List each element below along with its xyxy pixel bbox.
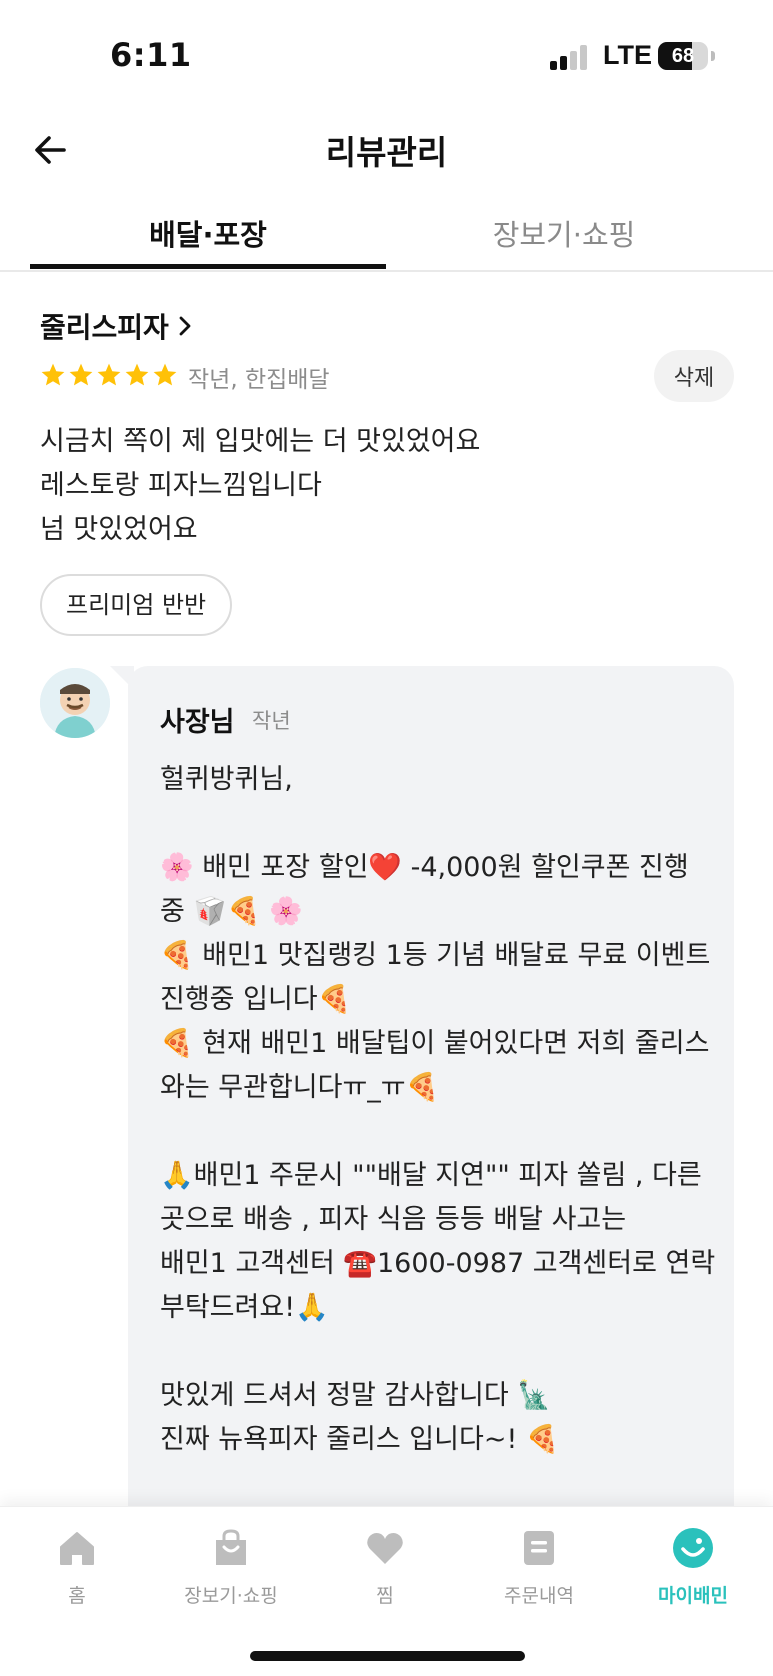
smile-face-icon: [673, 1528, 713, 1568]
nav-my-baemin-label: 마이배민: [658, 1585, 728, 1607]
star-rating: [40, 362, 178, 388]
nav-shopping-label: 장보기·쇼핑: [184, 1585, 278, 1607]
tab-bar: 배달·포장 장보기·쇼핑: [0, 200, 773, 272]
store-name-link[interactable]: 줄리스피자: [40, 306, 193, 346]
nav-favorites-label: 찜: [376, 1585, 394, 1607]
network-type: LTE: [603, 40, 652, 70]
star-icon: [125, 363, 149, 386]
home-icon: [60, 1532, 94, 1565]
status-bar: 6:11 LTE 68: [0, 0, 773, 110]
review-line: 시금치 쪽이 제 입맛에는 더 맛있었어요: [40, 426, 481, 457]
owner-name: 사장님: [160, 707, 235, 738]
nav-home[interactable]: 홈: [0, 1527, 154, 1608]
nav-favorites[interactable]: 찜: [308, 1527, 462, 1608]
star-icon: [41, 363, 65, 386]
receipt-icon: [524, 1531, 554, 1565]
active-tab-indicator: [30, 264, 386, 269]
heart-icon: [367, 1533, 403, 1564]
signal-icon: [550, 44, 590, 70]
star-icon: [97, 363, 121, 386]
review-line: 레스토랑 피자느낌입니다: [40, 470, 322, 501]
home-indicator: [250, 1651, 525, 1661]
owner-avatar: [40, 668, 110, 738]
star-icon: [153, 363, 177, 386]
nav-my-baemin[interactable]: 마이배민: [616, 1527, 770, 1608]
star-icon: [69, 363, 93, 386]
nav-orders-label: 주문내역: [504, 1585, 574, 1607]
page-title: 리뷰관리: [325, 133, 448, 172]
status-time: 6:11: [110, 36, 192, 74]
shopping-bag-icon: [216, 1529, 246, 1565]
tab-delivery[interactable]: 배달·포장: [30, 212, 386, 254]
owner-reply-time: 작년: [252, 709, 291, 733]
chevron-right-icon: [179, 316, 191, 336]
header: 리뷰관리: [0, 110, 773, 190]
nav-shopping[interactable]: 장보기·쇼핑: [154, 1527, 308, 1608]
store-name: 줄리스피자: [40, 311, 169, 344]
chef-avatar-icon: [40, 668, 110, 738]
nav-home-label: 홈: [68, 1585, 86, 1607]
review-text: 시금치 쪽이 제 입맛에는 더 맛있었어요 레스토랑 피자느낌입니다 넘 맛있었…: [40, 420, 730, 552]
owner-reply-text: 헐퀴방퀴님, 🌸 배민 포장 할인❤️ -4,000원 할인쿠폰 진행 중 🥡🍕…: [160, 764, 716, 1455]
review-meta: 작년, 한집배달: [188, 367, 330, 393]
tab-shopping[interactable]: 장보기·쇼핑: [386, 212, 742, 254]
nav-orders[interactable]: 주문내역: [462, 1527, 616, 1608]
battery-percent: 68: [671, 45, 695, 67]
battery-tip: [711, 51, 715, 61]
review-line: 넘 맛있었어요: [40, 514, 198, 545]
delete-button[interactable]: 삭제: [654, 350, 734, 402]
menu-chip: 프리미엄 반반: [40, 574, 233, 636]
battery-icon: 68: [658, 42, 708, 70]
